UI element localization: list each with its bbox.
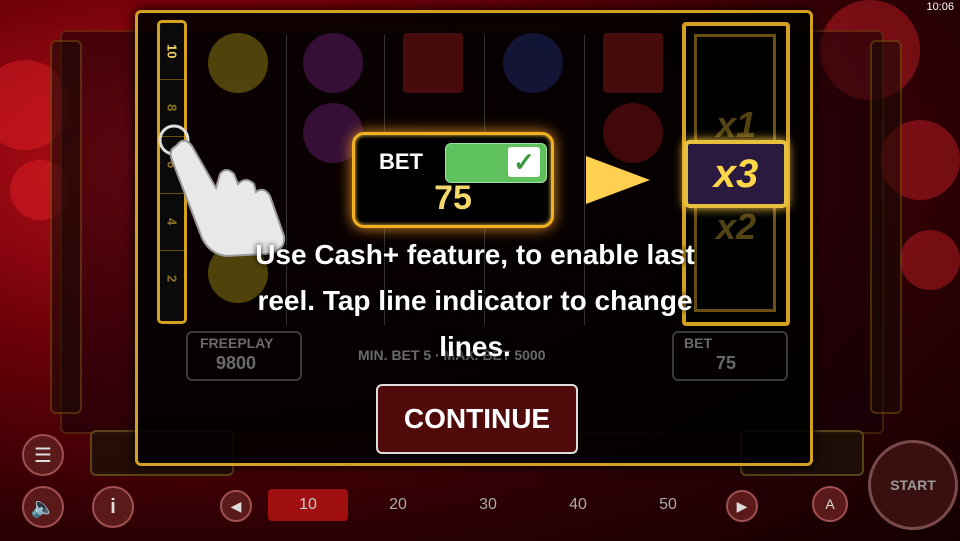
background-line-indicator-right: [870, 40, 902, 414]
background-line-indicator-left: [50, 40, 82, 414]
start-button[interactable]: START: [868, 440, 958, 530]
line-indicator-value[interactable]: 10: [160, 23, 184, 80]
line-option-30[interactable]: 30: [448, 489, 528, 521]
seven-symbol: [603, 33, 663, 93]
multiplier-bottom: x2: [715, 206, 757, 247]
cherry-symbol: [603, 103, 663, 163]
seven-symbol: [403, 33, 463, 93]
prev-icon: ◀: [230, 497, 242, 514]
grape-symbol: [303, 33, 363, 93]
line-option-10[interactable]: 10: [268, 489, 348, 521]
line-option-40[interactable]: 40: [538, 489, 618, 521]
next-lines-button[interactable]: ▶: [726, 490, 758, 522]
tutorial-instructions: Use Cash+ feature, to enable last reel. …: [255, 239, 695, 362]
next-icon: ▶: [736, 497, 748, 514]
continue-button[interactable]: CONTINUE: [376, 384, 578, 454]
menu-icon: ☰: [34, 444, 52, 467]
status-clock: 10:06: [926, 1, 954, 13]
autoplay-button[interactable]: A: [812, 486, 848, 522]
bokeh-light: [900, 230, 960, 290]
plum-symbol: [503, 33, 563, 93]
info-button[interactable]: i: [92, 486, 134, 528]
bet-card-label: BET: [379, 149, 423, 174]
start-label: START: [890, 477, 936, 493]
line-option-20[interactable]: 20: [358, 489, 438, 521]
sound-icon: 🔈: [30, 496, 56, 519]
info-icon: i: [110, 495, 116, 518]
multiplier-active: x3: [684, 140, 788, 208]
arrow-right-icon: [586, 156, 650, 204]
prev-lines-button[interactable]: ◀: [220, 490, 252, 522]
line-option-50[interactable]: 50: [628, 489, 708, 521]
line-indicator-value[interactable]: 2: [160, 251, 184, 307]
menu-button[interactable]: ☰: [22, 434, 64, 476]
bet-cash-plus-card: BET ✓ 75: [352, 132, 554, 228]
sound-button[interactable]: 🔈: [22, 486, 64, 528]
checkmark-icon: ✓: [508, 147, 540, 177]
autoplay-icon: A: [825, 496, 835, 512]
cash-plus-toggle: ✓: [445, 143, 547, 183]
bet-card-value: 75: [434, 179, 472, 217]
bet-mini-value: 75: [716, 353, 737, 373]
lemon-symbol: [208, 33, 268, 93]
